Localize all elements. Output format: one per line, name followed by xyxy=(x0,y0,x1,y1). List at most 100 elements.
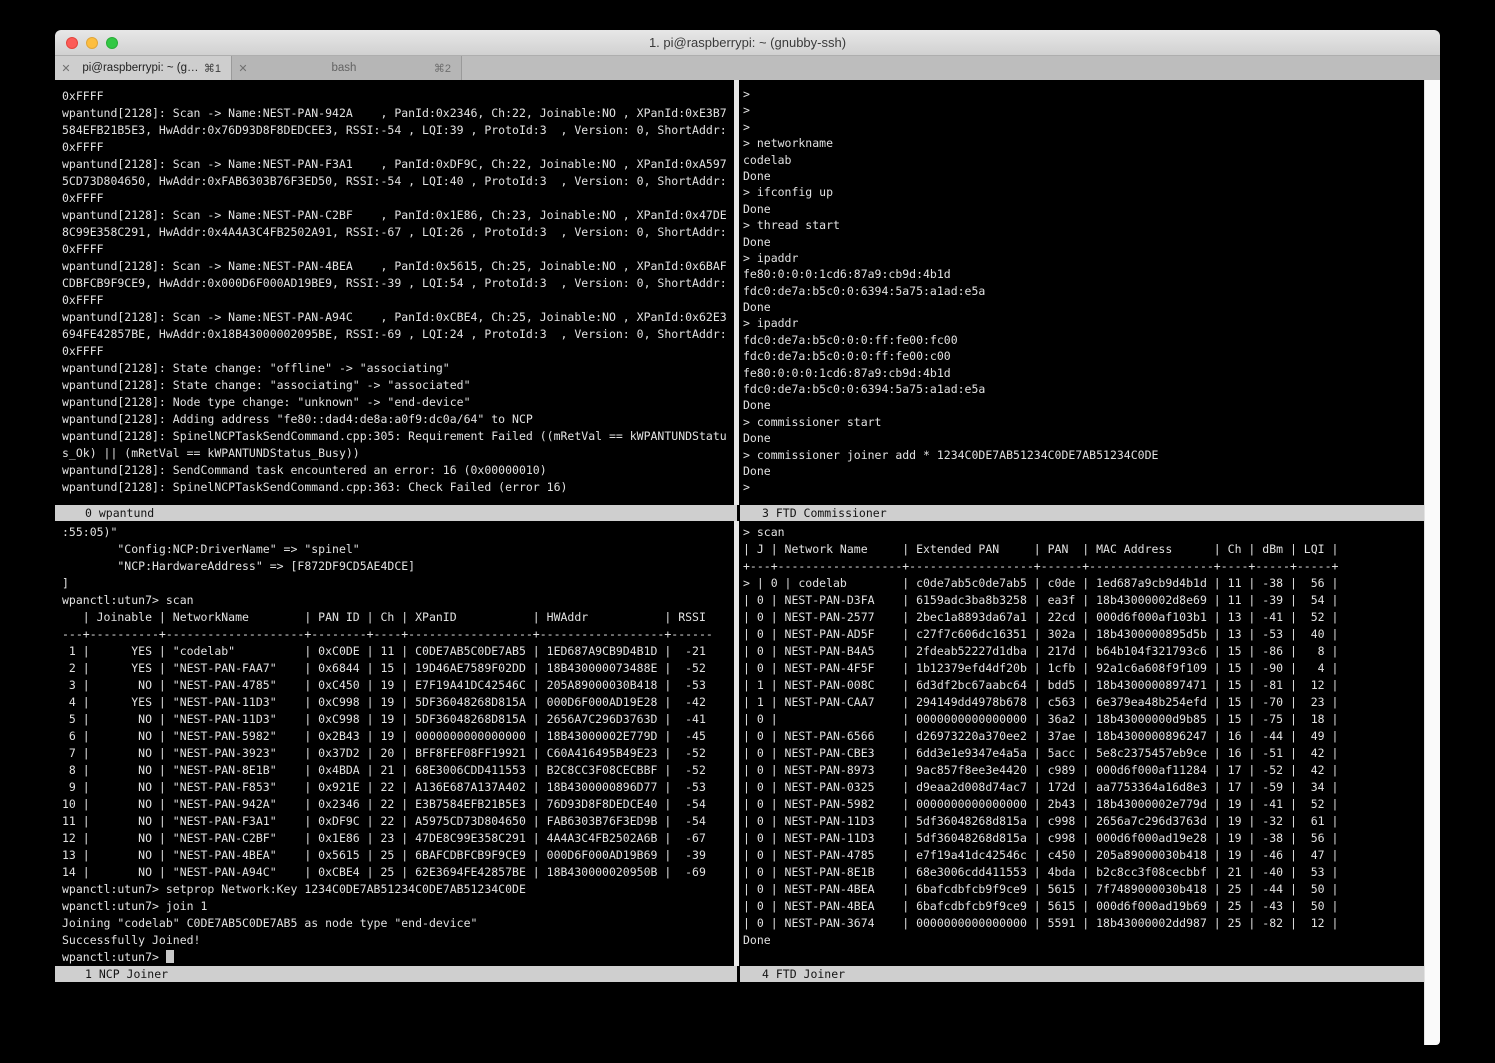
terminal-line: wpantund[2128]: State change: "associati… xyxy=(62,377,727,394)
terminal-line: fe80:0:0:0:1cd6:87a9:cb9d:4b1d xyxy=(743,365,1158,381)
pane-ftd-joiner[interactable]: > scan| J | Network Name | Extended PAN … xyxy=(743,524,1338,949)
terminal-line: wpanctl:utun7> setprop Network:Key 1234C… xyxy=(62,881,713,898)
statusbar-ftd-joiner: 4 FTD Joiner xyxy=(740,966,1424,982)
terminal-line: 5 | NO | "NEST-PAN-11D3" | 0xC998 | 19 |… xyxy=(62,711,713,728)
tab-ssh-session[interactable]: ✕ pi@raspberrypi: ~ (g… ⌘1 xyxy=(55,56,232,80)
terminal-line: > xyxy=(743,102,1158,118)
terminal-line: > xyxy=(743,86,1158,102)
terminal-line: 2 | YES | "NEST-PAN-FAA7" | 0x6844 | 15 … xyxy=(62,660,713,677)
terminal-line: > xyxy=(743,119,1158,135)
tab-bash[interactable]: ✕ bash ⌘2 xyxy=(232,56,462,80)
terminal-line: 10 | NO | "NEST-PAN-942A" | 0x2346 | 22 … xyxy=(62,796,713,813)
terminal-line: | 0 | NEST-PAN-2577 | 2bec1a8893da67a1 |… xyxy=(743,609,1338,626)
tab-label: pi@raspberrypi: ~ (g… xyxy=(77,62,204,74)
terminal-line: wpantund[2128]: Scan -> Name:NEST-PAN-A9… xyxy=(62,309,727,326)
terminal-line: | 0 | NEST-PAN-6566 | d26973220a370ee2 |… xyxy=(743,728,1338,745)
window-titlebar[interactable]: 1. pi@raspberrypi: ~ (gnubby-ssh) xyxy=(55,30,1440,56)
tab-shortcut: ⌘2 xyxy=(434,62,461,75)
terminal-line: | 0 | NEST-PAN-4BEA | 6bafcdbfcb9f9ce9 |… xyxy=(743,881,1338,898)
terminal-line: > scan xyxy=(743,524,1338,541)
terminal-line: +---+------------------+----------------… xyxy=(743,558,1338,575)
terminal-line: 0xFFFF xyxy=(62,190,727,207)
terminal-line: | 0 | NEST-PAN-11D3 | 5df36048268d815a |… xyxy=(743,830,1338,847)
terminal-window: 1. pi@raspberrypi: ~ (gnubby-ssh) ✕ pi@r… xyxy=(55,30,1440,1045)
terminal-line: | 0 | NEST-PAN-4BEA | 6bafcdbfcb9f9ce9 |… xyxy=(743,898,1338,915)
close-tab-icon[interactable]: ✕ xyxy=(55,62,77,75)
pane-wpantund-log[interactable]: 0xFFFFwpantund[2128]: Scan -> Name:NEST-… xyxy=(62,88,727,496)
terminal-line: | 0 | NEST-PAN-D3FA | 6159adc3ba8b3258 |… xyxy=(743,592,1338,609)
terminal-line: | 0 | NEST-PAN-4785 | e7f19a41dc42546c |… xyxy=(743,847,1338,864)
terminal-line: > ipaddr xyxy=(743,250,1158,266)
terminal-line: wpanctl:utun7> join 1 xyxy=(62,898,713,915)
terminal-line: > ipaddr xyxy=(743,315,1158,331)
pane-divider[interactable] xyxy=(734,521,739,966)
terminal-line: 8 | NO | "NEST-PAN-8E1B" | 0x4BDA | 21 |… xyxy=(62,762,713,779)
terminal-cursor xyxy=(166,950,174,963)
terminal-line: :55:05)" xyxy=(62,524,713,541)
terminal-line: > xyxy=(743,479,1158,495)
terminal-line: Done xyxy=(743,463,1158,479)
tab-label: bash xyxy=(254,62,434,74)
terminal-line: ] xyxy=(62,575,713,592)
terminal-line: "NCP:HardwareAddress" => [F872DF9CD5AE4D… xyxy=(62,558,713,575)
pane-divider[interactable] xyxy=(734,80,739,505)
tab-bar-filler xyxy=(462,56,1440,80)
terminal-line: | 1 | NEST-PAN-CAA7 | 294149dd4978b678 |… xyxy=(743,694,1338,711)
terminal-line: | 0 | | 0000000000000000 | 36a2 | 18b430… xyxy=(743,711,1338,728)
terminal-line: 0xFFFF xyxy=(62,241,727,258)
terminal-line: wpantund[2128]: Scan -> Name:NEST-PAN-C2… xyxy=(62,207,727,224)
terminal-line: Done xyxy=(743,234,1158,250)
tab-bar: ✕ pi@raspberrypi: ~ (g… ⌘1 ✕ bash ⌘2 xyxy=(55,56,1440,80)
terminal-line: fe80:0:0:0:1cd6:87a9:cb9d:4b1d xyxy=(743,266,1158,282)
terminal-line: 0xFFFF xyxy=(62,343,727,360)
terminal-line: fdc0:de7a:b5c0:0:0:ff:fe00:c00 xyxy=(743,348,1158,364)
terminal-line: Done xyxy=(743,168,1158,184)
terminal-line: Done xyxy=(743,932,1338,949)
terminal-line: | 0 | NEST-PAN-8973 | 9ac857f8ee3e4420 |… xyxy=(743,762,1338,779)
terminal-line: > ifconfig up xyxy=(743,184,1158,200)
terminal-line: wpantund[2128]: Scan -> Name:NEST-PAN-4B… xyxy=(62,258,727,275)
terminal-line: Successfully Joined! xyxy=(62,932,713,949)
terminal-line: 0xFFFF xyxy=(62,139,727,156)
terminal-line: wpantund[2128]: Node type change: "unkno… xyxy=(62,394,727,411)
terminal-content: 0xFFFFwpantund[2128]: Scan -> Name:NEST-… xyxy=(55,80,1440,1045)
terminal-line: 8C99E358C291, HwAddr:0x4A4A3C4FB2502A91,… xyxy=(62,224,727,241)
terminal-line: 7 | NO | "NEST-PAN-3923" | 0x37D2 | 20 |… xyxy=(62,745,713,762)
terminal-line: 5CD73D804650, HwAddr:0xFAB6303B76F3ED50,… xyxy=(62,173,727,190)
terminal-line: wpanctl:utun7> scan xyxy=(62,592,713,609)
terminal-line: > thread start xyxy=(743,217,1158,233)
terminal-line: | Joinable | NetworkName | PAN ID | Ch |… xyxy=(62,609,713,626)
terminal-line: wpantund[2128]: SpinelNCPTaskSendCommand… xyxy=(62,428,727,445)
terminal-line: > networkname xyxy=(743,135,1158,151)
terminal-line: Done xyxy=(743,299,1158,315)
terminal-line: 584EFB21B5E3, HwAddr:0x76D93D8F8DEDCEE3,… xyxy=(62,122,727,139)
pane-ftd-commissioner[interactable]: >>>> networknamecodelabDone> ifconfig up… xyxy=(743,86,1158,496)
terminal-line: 11 | NO | "NEST-PAN-F3A1" | 0xDF9C | 22 … xyxy=(62,813,713,830)
terminal-line: > commissioner joiner add * 1234C0DE7AB5… xyxy=(743,447,1158,463)
terminal-line: Done xyxy=(743,397,1158,413)
terminal-line: | 0 | NEST-PAN-AD5F | c27f7c606dc16351 |… xyxy=(743,626,1338,643)
terminal-line: 6 | NO | "NEST-PAN-5982" | 0x2B43 | 19 |… xyxy=(62,728,713,745)
terminal-line: 3 | NO | "NEST-PAN-4785" | 0xC450 | 19 |… xyxy=(62,677,713,694)
terminal-line: 12 | NO | "NEST-PAN-C2BF" | 0x1E86 | 23 … xyxy=(62,830,713,847)
terminal-line: > commissioner start xyxy=(743,414,1158,430)
terminal-line: wpantund[2128]: Scan -> Name:NEST-PAN-94… xyxy=(62,105,727,122)
statusbar-wpantund: 0 wpantund xyxy=(55,505,737,521)
terminal-line: fdc0:de7a:b5c0:0:6394:5a75:a1ad:e5a xyxy=(743,283,1158,299)
terminal-line: 9 | NO | "NEST-PAN-F853" | 0x921E | 22 |… xyxy=(62,779,713,796)
statusbar-ncp-joiner: 1 NCP Joiner xyxy=(55,966,737,982)
close-tab-icon[interactable]: ✕ xyxy=(232,62,254,75)
terminal-line: wpanctl:utun7> xyxy=(62,949,713,966)
terminal-line: > | 0 | codelab | c0de7ab5c0de7ab5 | c0d… xyxy=(743,575,1338,592)
statusbar-ftd-commissioner: 3 FTD Commissioner xyxy=(740,505,1424,521)
terminal-line: codelab xyxy=(743,152,1158,168)
terminal-line: 0xFFFF xyxy=(62,88,727,105)
terminal-line: 0xFFFF xyxy=(62,292,727,309)
terminal-line: wpantund[2128]: SendCommand task encount… xyxy=(62,462,727,479)
terminal-line: Joining "codelab" C0DE7AB5C0DE7AB5 as no… xyxy=(62,915,713,932)
pane-ncp-joiner[interactable]: :55:05)" "Config:NCP:DriverName" => "spi… xyxy=(62,524,713,966)
scrollbar[interactable] xyxy=(1424,80,1440,1045)
window-title: 1. pi@raspberrypi: ~ (gnubby-ssh) xyxy=(55,30,1440,56)
terminal-line: | 0 | NEST-PAN-8E1B | 68e3006cdd411553 |… xyxy=(743,864,1338,881)
terminal-line: | 0 | NEST-PAN-0325 | d9eaa2d008d74ac7 |… xyxy=(743,779,1338,796)
